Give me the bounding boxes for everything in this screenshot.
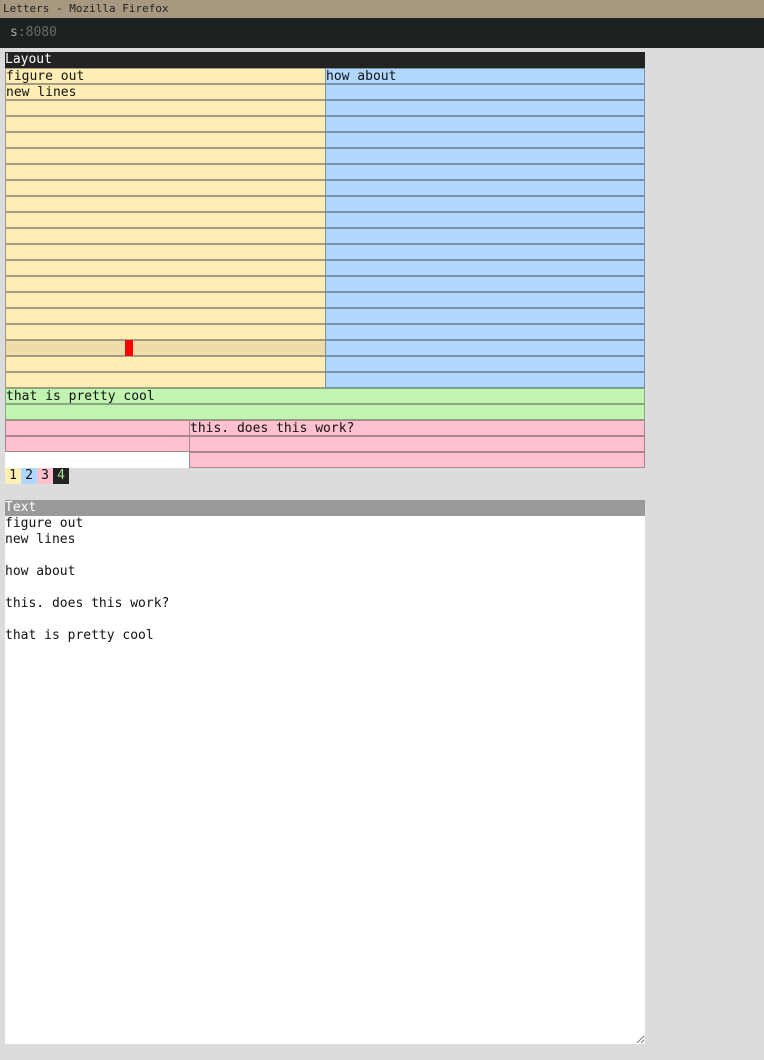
pink-left-row[interactable]: [5, 420, 190, 436]
blue-row[interactable]: [325, 148, 645, 164]
yellow-row[interactable]: [5, 116, 326, 132]
text-cursor: [125, 340, 133, 356]
yellow-row[interactable]: [5, 340, 326, 356]
yellow-row[interactable]: [5, 324, 326, 340]
text-header: Text: [5, 500, 645, 516]
tab-1[interactable]: 1: [5, 468, 21, 484]
yellow-row[interactable]: [5, 372, 326, 388]
yellow-row[interactable]: [5, 100, 326, 116]
yellow-row[interactable]: [5, 228, 326, 244]
tab-3[interactable]: 3: [37, 468, 53, 484]
blue-row[interactable]: [325, 340, 645, 356]
yellow-row[interactable]: [5, 244, 326, 260]
blue-row[interactable]: [325, 356, 645, 372]
blue-row[interactable]: [325, 372, 645, 388]
yellow-row[interactable]: [5, 260, 326, 276]
blue-row[interactable]: [325, 84, 645, 100]
yellow-row[interactable]: [5, 148, 326, 164]
blue-row[interactable]: [325, 116, 645, 132]
url-bar[interactable]: s:8080: [0, 18, 764, 48]
pink-right-row[interactable]: this. does this work?: [189, 420, 645, 436]
yellow-row[interactable]: [5, 132, 326, 148]
blue-row[interactable]: [325, 180, 645, 196]
yellow-row[interactable]: figure out: [5, 68, 326, 84]
blue-row[interactable]: [325, 164, 645, 180]
yellow-row[interactable]: [5, 180, 326, 196]
yellow-row[interactable]: [5, 292, 326, 308]
blue-row[interactable]: [325, 132, 645, 148]
blue-row[interactable]: [325, 244, 645, 260]
empty-area: [5, 452, 189, 468]
yellow-row[interactable]: [5, 212, 326, 228]
yellow-row[interactable]: new lines: [5, 84, 326, 100]
blue-row[interactable]: how about: [325, 68, 645, 84]
yellow-row[interactable]: [5, 196, 326, 212]
green-row[interactable]: [5, 404, 645, 420]
blue-row[interactable]: [325, 228, 645, 244]
pink-right-row[interactable]: [189, 452, 645, 468]
url-host: s: [10, 25, 18, 40]
layout-header: Layout: [5, 52, 645, 68]
yellow-row[interactable]: [5, 276, 326, 292]
blue-row[interactable]: [325, 196, 645, 212]
yellow-row[interactable]: [5, 164, 326, 180]
blue-row[interactable]: [325, 100, 645, 116]
blue-row[interactable]: [325, 212, 645, 228]
tab-2[interactable]: 2: [21, 468, 37, 484]
blue-row[interactable]: [325, 324, 645, 340]
text-output[interactable]: figure out new lines how about this. doe…: [5, 516, 645, 1044]
blue-row[interactable]: [325, 292, 645, 308]
green-row[interactable]: that is pretty cool: [5, 388, 645, 404]
blue-row[interactable]: [325, 308, 645, 324]
yellow-row[interactable]: [5, 356, 326, 372]
window-title: Letters - Mozilla Firefox: [0, 0, 764, 18]
blue-row[interactable]: [325, 260, 645, 276]
yellow-row[interactable]: [5, 308, 326, 324]
url-port: :8080: [17, 25, 57, 40]
blue-row[interactable]: [325, 276, 645, 292]
tab-4[interactable]: 4: [53, 468, 69, 484]
pink-right-row[interactable]: [189, 436, 645, 452]
pink-left-row[interactable]: [5, 436, 190, 452]
